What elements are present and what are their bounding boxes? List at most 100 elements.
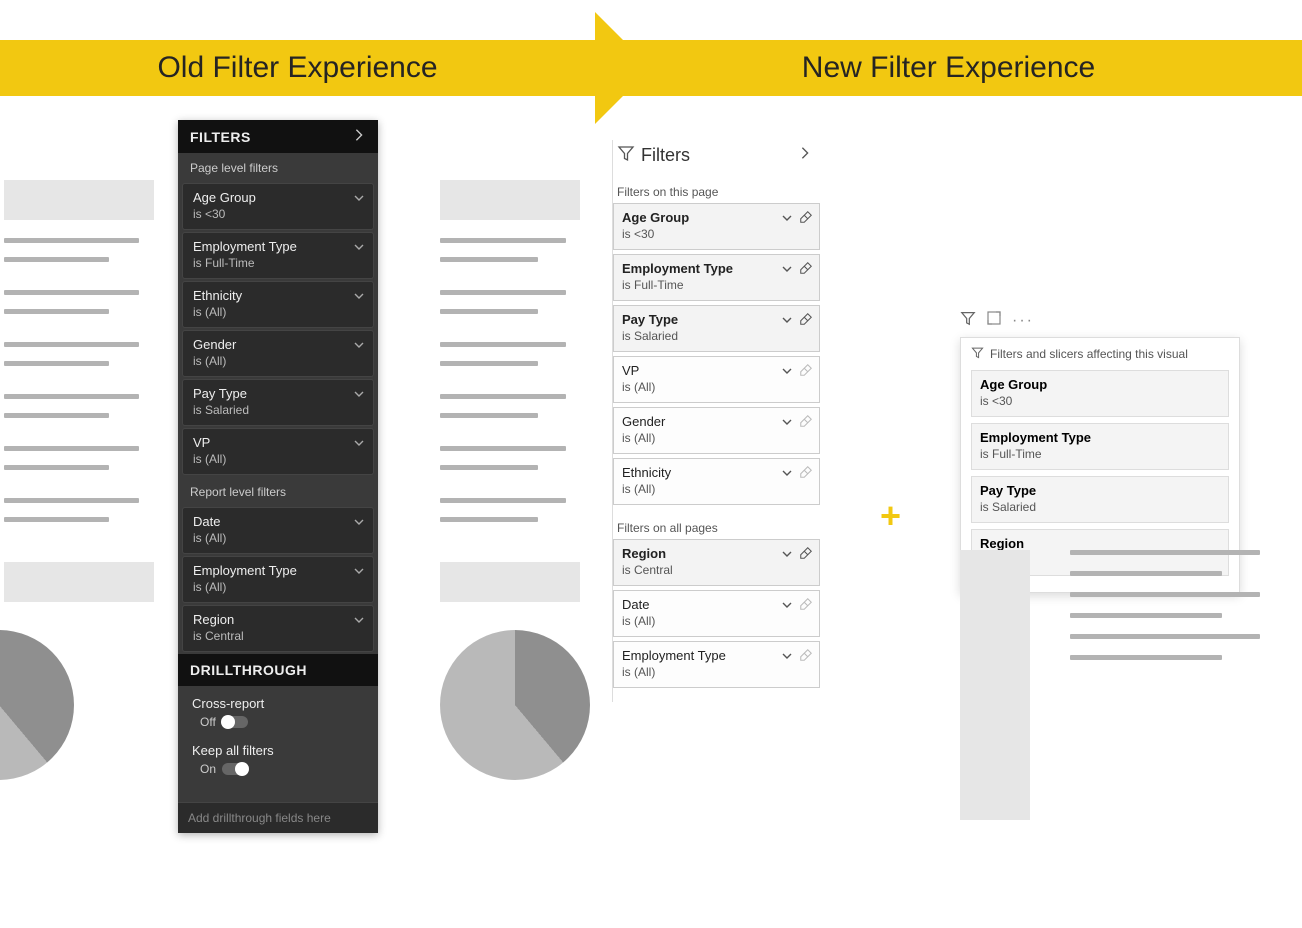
cross-report-state: Off xyxy=(200,715,216,729)
chevron-down-icon[interactable] xyxy=(353,388,365,403)
placeholder-line xyxy=(4,413,109,418)
placeholder-line xyxy=(4,465,109,470)
old-page-filters-label: Page level filters xyxy=(178,153,378,181)
chevron-down-icon[interactable] xyxy=(781,547,793,565)
placeholder-line xyxy=(440,498,566,503)
chevron-down-icon[interactable] xyxy=(353,437,365,452)
placeholder-line xyxy=(1070,550,1260,555)
filter-card-subtitle: is (All) xyxy=(622,614,811,628)
filter-card-title: VP xyxy=(193,435,363,450)
filter-card-subtitle: is Full-Time xyxy=(622,278,811,292)
old-filter-card[interactable]: Age Group is <30 xyxy=(182,183,374,230)
old-filter-card[interactable]: Pay Type is Salaried xyxy=(182,379,374,426)
eraser-icon[interactable] xyxy=(799,363,813,382)
chevron-down-icon[interactable] xyxy=(353,339,365,354)
new-filter-header[interactable]: Filters xyxy=(613,140,820,179)
keep-filters-toggle[interactable] xyxy=(222,763,248,775)
new-filter-card[interactable]: Employment Type is Full-Time xyxy=(613,254,820,301)
old-filter-card[interactable]: VP is (All) xyxy=(182,428,374,475)
visual-toolbar: ··· xyxy=(960,310,1260,331)
new-filter-card[interactable]: Date is (All) xyxy=(613,590,820,637)
eraser-icon[interactable] xyxy=(799,210,813,229)
focus-mode-icon[interactable] xyxy=(986,310,1002,331)
old-filter-card[interactable]: Date is (All) xyxy=(182,507,374,554)
filter-card-subtitle: is <30 xyxy=(193,207,363,221)
banner-left: Old Filter Experience xyxy=(0,40,595,96)
filter-card-title: Pay Type xyxy=(193,386,363,401)
more-options-icon[interactable]: ··· xyxy=(1012,312,1034,330)
filter-card-subtitle: is (All) xyxy=(193,452,363,466)
chevron-down-icon[interactable] xyxy=(781,262,793,280)
new-filter-card[interactable]: Gender is (All) xyxy=(613,407,820,454)
placeholder-line xyxy=(440,413,538,418)
old-filter-card[interactable]: Gender is (All) xyxy=(182,330,374,377)
chevron-down-icon[interactable] xyxy=(781,313,793,331)
chevron-down-icon[interactable] xyxy=(353,614,365,629)
placeholder-line xyxy=(1070,571,1222,576)
old-report-filter-cards: Date is (All) Employment Type is (All) R… xyxy=(178,507,378,652)
placeholder-block xyxy=(440,180,580,220)
old-filter-card[interactable]: Employment Type is (All) xyxy=(182,556,374,603)
chevron-down-icon[interactable] xyxy=(781,364,793,382)
old-filter-card[interactable]: Employment Type is Full-Time xyxy=(182,232,374,279)
filter-card-title: Employment Type xyxy=(193,563,363,578)
eraser-icon[interactable] xyxy=(799,597,813,616)
filter-card-title: Age Group xyxy=(193,190,363,205)
filter-icon[interactable] xyxy=(960,310,976,331)
new-filter-pane: Filters Filters on this page Age Group i… xyxy=(612,140,820,702)
new-filter-card[interactable]: VP is (All) xyxy=(613,356,820,403)
eraser-icon[interactable] xyxy=(799,261,813,280)
chevron-right-icon xyxy=(352,128,366,145)
chevron-down-icon[interactable] xyxy=(781,466,793,484)
chevron-down-icon[interactable] xyxy=(353,290,365,305)
chevron-down-icon[interactable] xyxy=(781,415,793,433)
placeholder-line xyxy=(440,446,566,451)
old-filter-card[interactable]: Ethnicity is (All) xyxy=(182,281,374,328)
chevron-down-icon[interactable] xyxy=(781,649,793,667)
placeholder-block xyxy=(440,562,580,602)
chevron-down-icon[interactable] xyxy=(781,211,793,229)
cross-report-toggle[interactable] xyxy=(222,716,248,728)
eraser-icon[interactable] xyxy=(799,465,813,484)
new-filter-card[interactable]: Employment Type is (All) xyxy=(613,641,820,688)
old-filter-pane: FILTERS Page level filters Age Group is … xyxy=(178,120,378,833)
placeholder-line xyxy=(4,290,139,295)
filter-card-subtitle: is (All) xyxy=(622,431,811,445)
chevron-down-icon[interactable] xyxy=(781,598,793,616)
eraser-icon[interactable] xyxy=(799,648,813,667)
new-filter-card[interactable]: Age Group is <30 xyxy=(613,203,820,250)
pie-placeholder xyxy=(440,630,590,780)
chevron-down-icon[interactable] xyxy=(353,516,365,531)
banner-right: New Filter Experience xyxy=(595,40,1302,96)
old-filter-header[interactable]: FILTERS xyxy=(178,120,378,153)
report-mock-left xyxy=(4,180,154,780)
placeholder-line xyxy=(4,257,109,262)
filter-card-subtitle: is (All) xyxy=(193,580,363,594)
old-drillthrough-header[interactable]: DRILLTHROUGH xyxy=(178,654,378,686)
chevron-down-icon[interactable] xyxy=(353,565,365,580)
placeholder-line xyxy=(1070,613,1222,618)
chevron-down-icon[interactable] xyxy=(353,192,365,207)
chevron-down-icon[interactable] xyxy=(353,241,365,256)
eraser-icon[interactable] xyxy=(799,312,813,331)
filter-card-title: Ethnicity xyxy=(193,288,363,303)
placeholder-line xyxy=(1070,634,1260,639)
new-filter-card[interactable]: Region is Central xyxy=(613,539,820,586)
placeholder-line xyxy=(4,238,139,243)
placeholder-line xyxy=(1070,655,1222,660)
placeholder-line xyxy=(4,517,109,522)
eraser-icon[interactable] xyxy=(799,546,813,565)
drillthrough-field-prompt[interactable]: Add drillthrough fields here xyxy=(178,802,378,833)
new-filter-card[interactable]: Pay Type is Salaried xyxy=(613,305,820,352)
placeholder-line xyxy=(4,342,139,347)
new-filter-card[interactable]: Ethnicity is (All) xyxy=(613,458,820,505)
keep-filters-state: On xyxy=(200,762,216,776)
old-filter-card[interactable]: Region is Central xyxy=(182,605,374,652)
eraser-icon[interactable] xyxy=(799,414,813,433)
placeholder-line xyxy=(440,309,538,314)
placeholder-line xyxy=(4,446,139,451)
placeholder-block xyxy=(4,180,154,220)
old-report-filters-label: Report level filters xyxy=(178,477,378,505)
filter-card-subtitle: is <30 xyxy=(622,227,811,241)
filter-card-subtitle: is (All) xyxy=(622,665,811,679)
